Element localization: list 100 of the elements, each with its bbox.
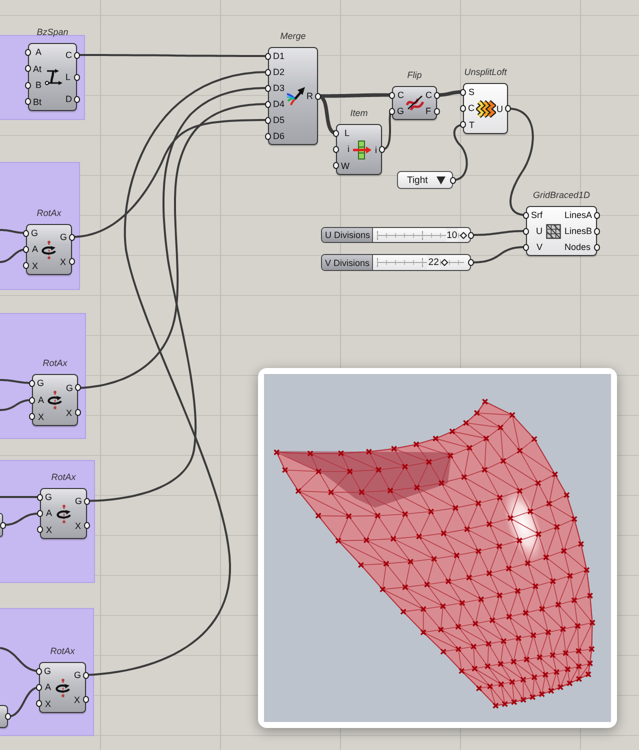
input-label: G [31, 228, 38, 238]
input-label: V [536, 242, 543, 252]
output-label: i [375, 144, 377, 154]
rotation-axis-icon [54, 504, 74, 524]
component-title: RotAx [42, 358, 68, 370]
slider-value: 10 [446, 228, 458, 242]
component-node[interactable]: G A X G X [32, 374, 78, 426]
input-label: A [45, 682, 52, 692]
grip-icon[interactable] [594, 228, 600, 234]
component-node[interactable]: S C T U [463, 83, 508, 134]
list-arrow-icon [352, 140, 372, 160]
grip-icon[interactable] [450, 176, 456, 184]
grip-icon[interactable] [0, 522, 6, 528]
output-label: Nodes [564, 242, 590, 252]
grip-icon[interactable] [74, 74, 80, 80]
input-label: A [38, 395, 44, 405]
grip-icon[interactable] [594, 212, 600, 218]
grip-icon[interactable] [25, 65, 31, 72]
grip-icon[interactable] [379, 146, 385, 153]
grip-icon[interactable] [25, 98, 31, 106]
grip-icon[interactable] [460, 121, 466, 128]
grip-icon[interactable] [36, 700, 42, 708]
grip-icon[interactable] [83, 696, 89, 704]
component-node[interactable]: A At B Bt C L D [28, 43, 77, 111]
component-title: UnsplitLoft [464, 67, 507, 79]
component-node[interactable]: L i W i [336, 124, 382, 175]
curve-handles-icon [44, 68, 64, 86]
grip-icon[interactable] [468, 232, 474, 238]
output-label: U [496, 104, 503, 114]
grip-icon[interactable] [468, 259, 474, 266]
slider-thumb[interactable] [460, 232, 467, 238]
component-title: RotAx [50, 646, 75, 658]
output-label: LinesB [564, 226, 592, 236]
input-label: D6 [273, 131, 285, 141]
slider-label: U Divisions [322, 228, 373, 242]
component-node[interactable]: G A X G X [39, 662, 86, 713]
grip-icon[interactable] [315, 92, 321, 100]
component-node[interactable]: G A X G X [40, 488, 87, 539]
grip-icon[interactable] [74, 52, 80, 58]
grip-icon[interactable] [84, 522, 90, 530]
grip-icon[interactable] [594, 244, 600, 250]
output-label: X [66, 408, 72, 418]
input-label: X [45, 698, 52, 709]
input-label: A [46, 508, 52, 518]
output-label: G [60, 232, 67, 242]
output-label: C [426, 90, 432, 100]
output-label: C [66, 50, 72, 60]
grip-icon[interactable] [505, 105, 511, 112]
slider-track[interactable]: 10 [377, 228, 464, 242]
input-label: C [468, 103, 474, 114]
wire [452, 124, 468, 181]
grip-icon[interactable] [74, 96, 80, 102]
input-label: L [344, 128, 350, 138]
component-node[interactable]: C G C F [392, 86, 437, 120]
input-label: G [44, 666, 52, 676]
input-label: G [397, 106, 404, 116]
grip-icon[interactable] [434, 108, 440, 114]
component-node[interactable]: D1 D2 D3 D4 D5 D6 R [268, 47, 318, 145]
component-node[interactable] [0, 513, 3, 537]
input-label: T [469, 120, 474, 130]
grip-icon[interactable] [333, 162, 339, 170]
slider-label: V Divisions [322, 255, 373, 270]
component-title: Merge [280, 31, 306, 43]
input-label: A [32, 244, 38, 254]
value-list-dropdown[interactable]: Tight [397, 171, 453, 189]
input-label: D2 [273, 67, 285, 77]
slider-track[interactable]: 22 [377, 255, 464, 270]
grip-icon[interactable] [84, 498, 90, 505]
input-label: Bt [33, 96, 42, 107]
grip-icon[interactable] [83, 672, 89, 679]
output-label: LinesA [564, 210, 592, 220]
number-slider[interactable]: U Divisions 10 [321, 227, 471, 243]
wire [0, 647, 39, 672]
component-node[interactable] [0, 705, 8, 728]
input-label: X [46, 524, 52, 535]
grip-icon[interactable] [434, 92, 440, 98]
grip-icon[interactable] [69, 234, 75, 241]
grip-icon[interactable] [29, 413, 35, 420]
component-title: Item [350, 108, 368, 120]
grip-icon[interactable] [75, 409, 81, 416]
slider-thumb[interactable] [441, 259, 448, 266]
grip-icon[interactable] [75, 384, 81, 391]
component-node[interactable]: G A X G X [26, 224, 72, 275]
input-label: D5 [273, 115, 285, 125]
output-label: F [426, 106, 431, 116]
wave-lines-icon [404, 94, 425, 112]
component-node[interactable]: Srf U V LinesA LinesB Nodes [526, 206, 597, 256]
component-title: RotAx [36, 208, 62, 220]
grip-icon[interactable] [5, 713, 11, 720]
input-label: S [468, 87, 474, 98]
input-label: i [348, 144, 350, 154]
grip-icon[interactable] [37, 526, 43, 534]
grip-icon[interactable] [23, 262, 29, 270]
input-label: X [38, 412, 44, 422]
grip-icon[interactable] [69, 258, 75, 266]
caret-icon [436, 176, 446, 184]
number-slider[interactable]: V Divisions 22 [321, 254, 471, 271]
input-label: X [32, 260, 38, 271]
input-label: U [536, 226, 543, 236]
zigzag-stripes-icon [476, 98, 496, 118]
